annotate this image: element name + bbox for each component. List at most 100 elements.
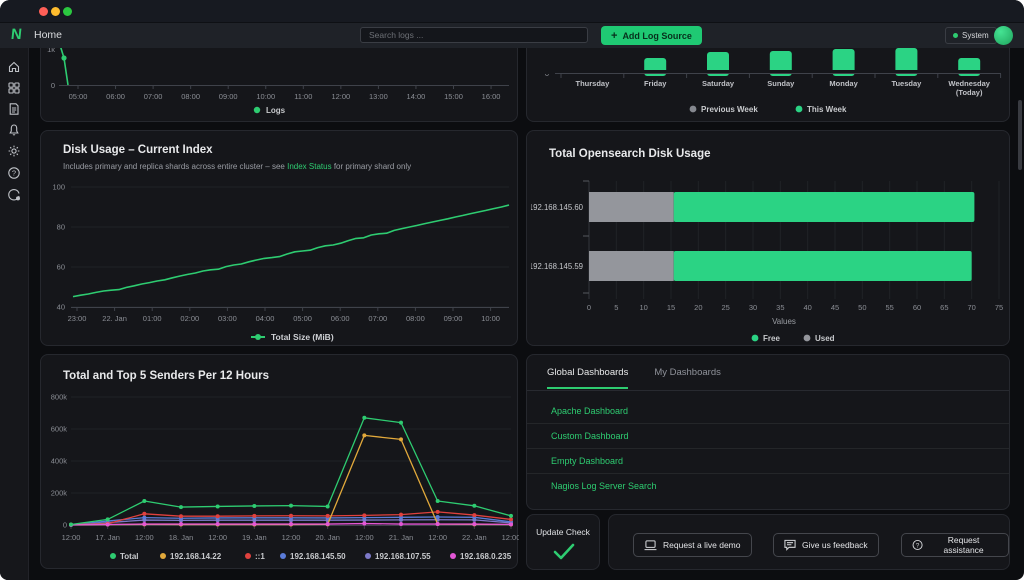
svg-text:15:00: 15:00 xyxy=(444,92,463,101)
svg-text:15: 15 xyxy=(667,303,675,312)
svg-text:20. Jan: 20. Jan xyxy=(315,533,340,542)
svg-text:50: 50 xyxy=(858,303,866,312)
svg-text:100: 100 xyxy=(52,183,65,192)
svg-text:192.168.145.50: 192.168.145.50 xyxy=(290,552,346,561)
svg-text:?: ? xyxy=(12,169,16,178)
svg-text:21. Jan: 21. Jan xyxy=(389,533,414,542)
request-assistance-button[interactable]: ? Request assistance xyxy=(901,533,1009,557)
svg-text:01:00: 01:00 xyxy=(143,314,162,323)
nagios-logo: N xyxy=(10,26,23,43)
svg-text:22. Jan: 22. Jan xyxy=(102,314,127,323)
svg-text:192.168.145.59: 192.168.145.59 xyxy=(531,262,583,271)
divider xyxy=(527,390,1009,391)
svg-text:192.168.14.22: 192.168.14.22 xyxy=(170,552,222,561)
svg-text:Sunday: Sunday xyxy=(767,79,795,88)
svg-text:35: 35 xyxy=(776,303,784,312)
svg-text:08:00: 08:00 xyxy=(181,92,200,101)
svg-text:12:00: 12:00 xyxy=(331,92,350,101)
svg-text:192.168.145.60: 192.168.145.60 xyxy=(531,203,584,212)
svg-text:40: 40 xyxy=(57,303,65,312)
svg-text:40: 40 xyxy=(803,303,811,312)
maximize-window-button[interactable] xyxy=(63,7,72,16)
svg-text:08:00: 08:00 xyxy=(406,314,425,323)
system-status-badge[interactable]: System xyxy=(945,27,997,44)
dashboard-link[interactable]: Apache Dashboard xyxy=(527,399,1009,423)
add-log-source-label: Add Log Source xyxy=(622,31,692,41)
svg-text:23:00: 23:00 xyxy=(68,314,87,323)
request-demo-button[interactable]: Request a live demo xyxy=(633,533,752,557)
svg-text:10:00: 10:00 xyxy=(481,314,500,323)
svg-text:16:00: 16:00 xyxy=(482,92,501,101)
index-status-link[interactable]: Index Status xyxy=(287,162,331,171)
svg-text:06:00: 06:00 xyxy=(331,314,350,323)
close-window-button[interactable] xyxy=(39,7,48,16)
reports-icon[interactable] xyxy=(7,102,21,116)
svg-text:14:00: 14:00 xyxy=(407,92,426,101)
updates-icon[interactable] xyxy=(7,188,21,202)
dashboard-tabs: Global Dashboards My Dashboards xyxy=(547,367,721,389)
svg-text:12:00: 12:00 xyxy=(502,533,519,542)
svg-text:02:00: 02:00 xyxy=(180,314,199,323)
svg-text:Previous Week: Previous Week xyxy=(701,105,758,114)
logs-timeline-chart: 1k005:0006:0007:0008:0009:0010:0011:0012… xyxy=(45,45,515,123)
svg-text:12:00: 12:00 xyxy=(208,533,227,542)
svg-text:Used: Used xyxy=(815,334,835,343)
panel-title: Total Opensearch Disk Usage xyxy=(549,148,710,160)
tab-global-dashboards[interactable]: Global Dashboards xyxy=(547,367,628,389)
logs-per-day-chart: 0ThursdayFridaySaturdaySundayMondayTuesd… xyxy=(531,45,1007,123)
svg-text:200k: 200k xyxy=(51,489,68,498)
svg-text:25: 25 xyxy=(721,303,729,312)
dashboard-link[interactable]: Empty Dashboard xyxy=(527,448,1009,473)
svg-text:06:00: 06:00 xyxy=(106,92,125,101)
help-icon[interactable]: ? xyxy=(7,166,21,180)
svg-text:192.168.0.235: 192.168.0.235 xyxy=(460,552,512,561)
svg-text:19. Jan: 19. Jan xyxy=(242,533,267,542)
dashboards-icon[interactable] xyxy=(7,81,21,95)
svg-text:11:00: 11:00 xyxy=(294,92,312,101)
panel-opensearch-disk: Total Opensearch Disk Usage 051015202530… xyxy=(526,130,1010,346)
dashboard-link[interactable]: Custom Dashboard xyxy=(527,423,1009,448)
svg-text:Total: Total xyxy=(120,552,139,561)
svg-text:17. Jan: 17. Jan xyxy=(95,533,120,542)
breadcrumb-home[interactable]: Home xyxy=(34,29,62,41)
add-log-source-button[interactable]: + Add Log Source xyxy=(601,26,702,45)
disk-usage-chart: 10080604023:0022. Jan01:0002:0003:0004:0… xyxy=(45,177,515,345)
alerts-bell-icon[interactable] xyxy=(7,123,21,137)
home-icon[interactable] xyxy=(7,60,21,74)
user-avatar[interactable] xyxy=(994,26,1013,45)
svg-text:192.168.107.55: 192.168.107.55 xyxy=(375,552,431,561)
svg-text:12:00: 12:00 xyxy=(355,533,374,542)
svg-text:75: 75 xyxy=(995,303,1003,312)
scrollbar-thumb[interactable] xyxy=(1018,100,1022,170)
svg-text:03:00: 03:00 xyxy=(218,314,237,323)
panel-logs-per-day: 0ThursdayFridaySaturdaySundayMondayTuesd… xyxy=(526,36,1010,122)
svg-text:09:00: 09:00 xyxy=(444,314,463,323)
minimize-window-button[interactable] xyxy=(51,7,60,16)
svg-text:12:00: 12:00 xyxy=(282,533,301,542)
feedback-icon xyxy=(784,539,796,551)
svg-text:60: 60 xyxy=(913,303,921,312)
svg-text:10: 10 xyxy=(639,303,647,312)
settings-gear-icon[interactable] xyxy=(7,144,21,158)
svg-text:09:00: 09:00 xyxy=(219,92,238,101)
svg-text:18. Jan: 18. Jan xyxy=(169,533,194,542)
app-window: N Home + Add Log Source System ? 1k005:0… xyxy=(0,0,1024,580)
dashboard-link[interactable]: Nagios Log Server Search xyxy=(527,473,1009,498)
feedback-button[interactable]: Give us feedback xyxy=(773,533,879,557)
svg-text:Values: Values xyxy=(772,317,796,326)
tab-my-dashboards[interactable]: My Dashboards xyxy=(654,367,721,389)
main-content: 1k005:0006:0007:0008:0009:0010:0011:0012… xyxy=(28,48,1024,580)
search-input[interactable] xyxy=(360,27,588,43)
laptop-icon xyxy=(644,540,657,551)
svg-text:12:00: 12:00 xyxy=(428,533,447,542)
svg-text:600k: 600k xyxy=(51,425,68,434)
svg-text:0: 0 xyxy=(63,521,67,530)
panel-title: Total and Top 5 Senders Per 12 Hours xyxy=(63,370,269,382)
panel-senders: Total and Top 5 Senders Per 12 Hours 800… xyxy=(40,354,518,569)
svg-text:Tuesday: Tuesday xyxy=(891,79,922,88)
svg-text:12:00: 12:00 xyxy=(62,533,81,542)
button-label: Request a live demo xyxy=(663,540,741,550)
svg-text:45: 45 xyxy=(831,303,839,312)
panel-update-check: Update Check xyxy=(526,514,600,570)
panel-disk-usage: Disk Usage – Current Index Includes prim… xyxy=(40,130,518,346)
